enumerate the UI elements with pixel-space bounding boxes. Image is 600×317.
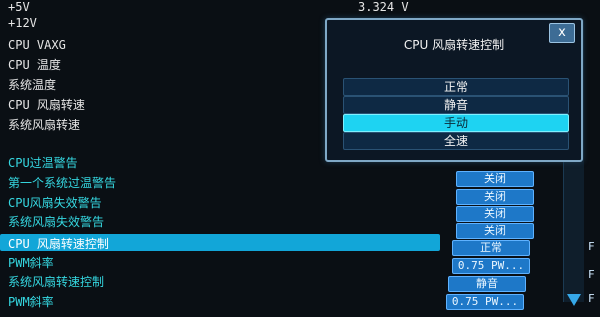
setting-label-cpu-overheat[interactable]: CPU过温警告 bbox=[8, 156, 78, 170]
setting-label-pwm-slope-system[interactable]: PWM斜率 bbox=[8, 295, 54, 309]
value-cpu-overheat[interactable]: 关闭 bbox=[456, 171, 534, 187]
value-system-fan-fail[interactable]: 关闭 bbox=[456, 223, 534, 239]
setting-label-system-fan-fail[interactable]: 系统风扇失效警告 bbox=[8, 215, 104, 229]
value-pwm-slope-cpu[interactable]: 0.75 PW... bbox=[452, 258, 530, 274]
close-button[interactable]: x bbox=[549, 23, 575, 43]
voltage-5v-label: +5V bbox=[8, 0, 30, 14]
value-system-fan-control[interactable]: 静音 bbox=[448, 276, 526, 292]
right-edge-letter: F bbox=[588, 268, 595, 281]
system-temp-label: 系统温度 bbox=[8, 78, 57, 92]
value-pwm-slope-system[interactable]: 0.75 PW... bbox=[446, 294, 524, 310]
close-icon: x bbox=[558, 25, 566, 40]
voltage-value: 3.324 V bbox=[358, 0, 409, 14]
setting-label-cpu-fan-fail[interactable]: CPU风扇失效警告 bbox=[8, 196, 102, 210]
selected-setting-row[interactable]: CPU 风扇转速控制 bbox=[0, 234, 440, 251]
option-full-speed[interactable]: 全速 bbox=[343, 132, 569, 150]
cpu-vaxg-label: CPU VAXG bbox=[8, 38, 66, 52]
setting-label-pwm-slope-cpu[interactable]: PWM斜率 bbox=[8, 256, 54, 270]
fan-control-dialog: CPU 风扇转速控制 x 正常 静音 手动 全速 bbox=[325, 18, 583, 162]
cpu-temp-label: CPU 温度 bbox=[8, 58, 61, 72]
value-system-overheat[interactable]: 关闭 bbox=[456, 189, 534, 205]
dialog-title: CPU 风扇转速控制 bbox=[403, 38, 505, 52]
setting-label-system-fan-control[interactable]: 系统风扇转速控制 bbox=[8, 275, 104, 289]
value-cpu-fan-control[interactable]: 正常 bbox=[452, 240, 530, 256]
value-cpu-fan-fail[interactable]: 关闭 bbox=[456, 206, 534, 222]
system-fan-speed-label: 系统风扇转速 bbox=[8, 118, 81, 132]
voltage-12v-label: +12V bbox=[8, 16, 37, 30]
right-edge-letter: F bbox=[588, 292, 595, 305]
option-normal[interactable]: 正常 bbox=[343, 78, 569, 96]
scroll-down-arrow-icon[interactable] bbox=[567, 294, 581, 306]
right-edge-letter: F bbox=[588, 240, 595, 253]
setting-label-system-overheat[interactable]: 第一个系统过温警告 bbox=[8, 176, 116, 190]
option-silent[interactable]: 静音 bbox=[343, 96, 569, 114]
cpu-fan-speed-label: CPU 风扇转速 bbox=[8, 98, 85, 112]
option-manual[interactable]: 手动 bbox=[343, 114, 569, 132]
setting-label-cpu-fan-control: CPU 风扇转速控制 bbox=[8, 237, 109, 251]
